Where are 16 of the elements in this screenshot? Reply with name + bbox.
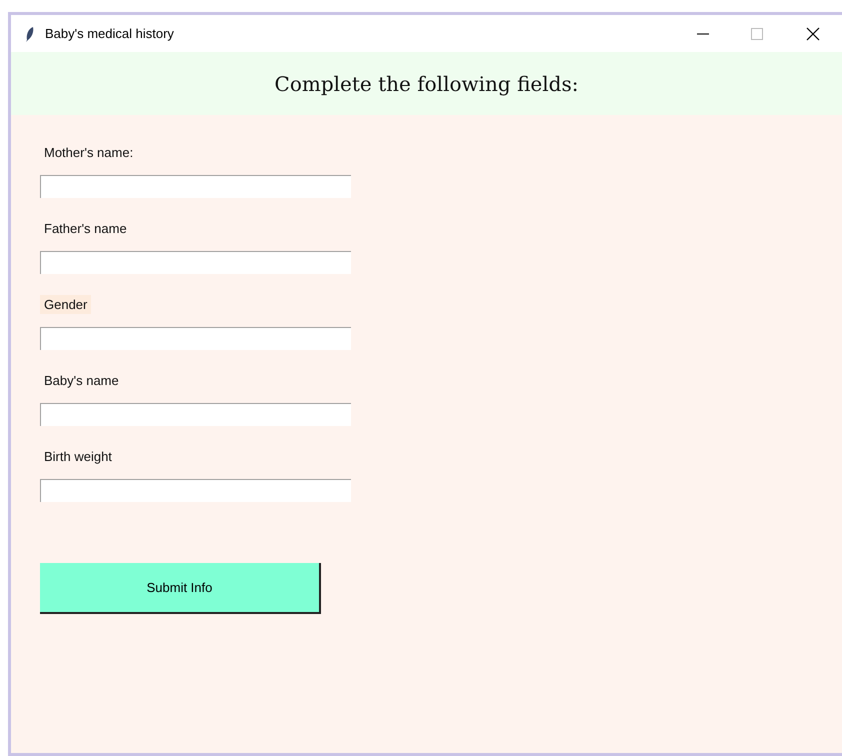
maximize-icon xyxy=(751,28,763,40)
submit-button[interactable]: Submit Info xyxy=(40,563,321,614)
input-field[interactable] xyxy=(40,327,351,350)
field-label: Baby's name xyxy=(43,372,120,390)
input-field[interactable] xyxy=(40,479,351,502)
field-label: Mother's name: xyxy=(43,144,134,162)
field-label: Gender xyxy=(40,295,92,314)
window-title: Baby's medical history xyxy=(45,26,175,41)
feather-icon xyxy=(25,26,35,42)
field-label: Father's name xyxy=(43,220,128,238)
field-label: Birth weight xyxy=(43,448,113,466)
input-field[interactable] xyxy=(40,251,351,274)
input-field[interactable] xyxy=(40,175,351,198)
form-heading: Complete the following fields: xyxy=(274,72,578,96)
close-icon xyxy=(806,26,820,40)
input-field[interactable] xyxy=(40,403,351,426)
